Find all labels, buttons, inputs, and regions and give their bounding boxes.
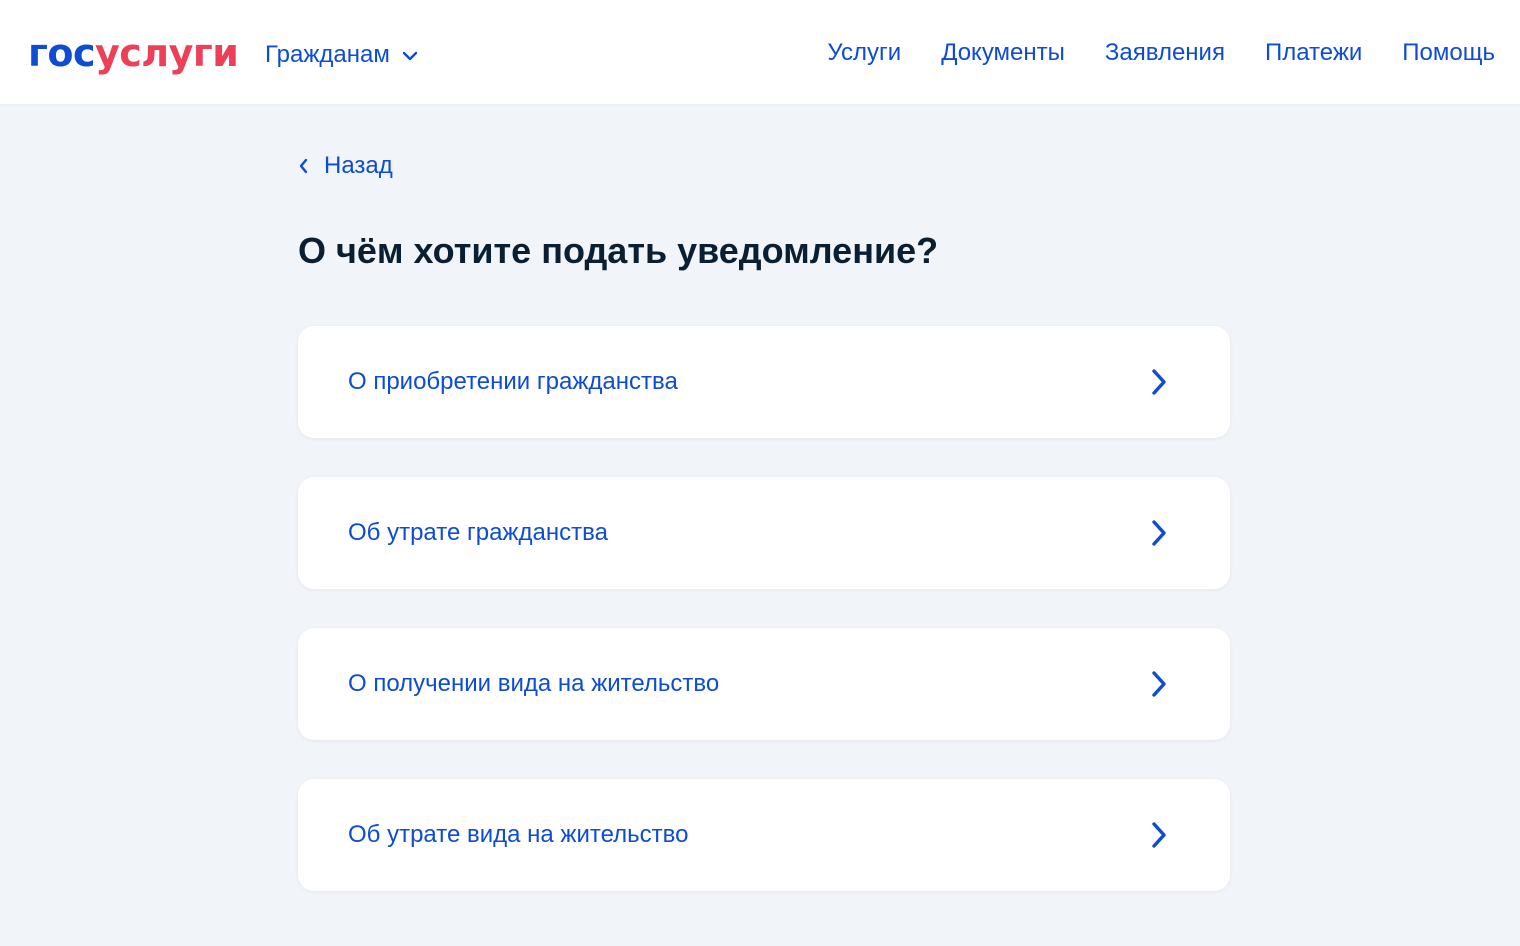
nav-link-services[interactable]: Услуги xyxy=(827,36,901,70)
audience-selector[interactable]: Гражданам xyxy=(265,38,418,72)
main-nav: Услуги Документы Заявления Платежи Помощ… xyxy=(827,36,1495,70)
chevron-right-icon xyxy=(1152,822,1166,848)
option-label: Об утрате гражданства xyxy=(348,519,608,546)
back-link-label: Назад xyxy=(324,152,393,179)
nav-link-applications[interactable]: Заявления xyxy=(1105,36,1225,70)
option-loss-of-citizenship[interactable]: Об утрате гражданства xyxy=(298,477,1230,589)
option-acquisition-of-citizenship[interactable]: О приобретении гражданства xyxy=(298,326,1230,438)
gosuslugi-logo[interactable]: госуслуги xyxy=(28,28,239,78)
chevron-left-icon xyxy=(299,158,308,174)
logo-part-uslugi: услуги xyxy=(95,31,239,75)
page-title: О чём хотите подать уведомление? xyxy=(298,230,939,271)
option-label: Об утрате вида на жительство xyxy=(348,821,689,848)
chevron-down-icon xyxy=(402,51,418,61)
option-obtaining-residence-permit[interactable]: О получении вида на жительство xyxy=(298,628,1230,740)
notification-options-list: О приобретении гражданства Об утрате гра… xyxy=(298,326,1230,930)
chevron-right-icon xyxy=(1152,671,1166,697)
site-header: госуслуги Гражданам Услуги Документы Зая… xyxy=(0,0,1520,104)
option-label: О получении вида на жительство xyxy=(348,670,720,697)
nav-link-payments[interactable]: Платежи xyxy=(1265,36,1362,70)
audience-selector-label: Гражданам xyxy=(265,41,390,68)
option-label: О приобретении гражданства xyxy=(348,368,678,395)
option-loss-of-residence-permit[interactable]: Об утрате вида на жительство xyxy=(298,779,1230,891)
logo-part-gos: гос xyxy=(28,31,96,75)
nav-link-documents[interactable]: Документы xyxy=(941,36,1065,70)
back-link[interactable]: Назад xyxy=(298,148,393,184)
chevron-right-icon xyxy=(1152,520,1166,546)
nav-link-help[interactable]: Помощь xyxy=(1402,36,1495,70)
chevron-right-icon xyxy=(1152,369,1166,395)
